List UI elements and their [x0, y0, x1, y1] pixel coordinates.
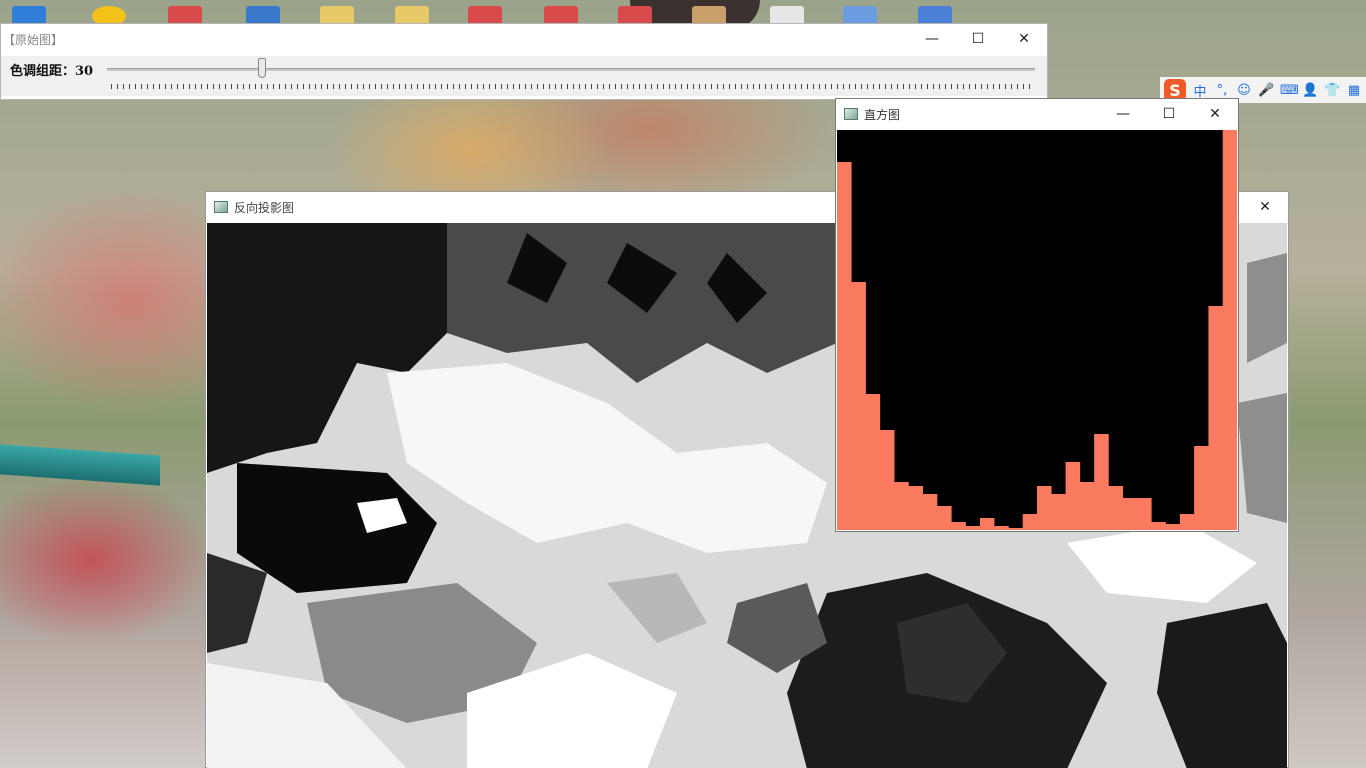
trackbar-ticks [111, 84, 1035, 89]
original-image-window: 【原始图】 — ☐ ✕ 色调组距：30 [0, 23, 1048, 100]
histogram-bar [1094, 434, 1109, 530]
histogram-bar [1208, 306, 1224, 530]
histogram-bar [1122, 498, 1138, 530]
histogram-image [837, 130, 1238, 530]
histogram-bar [979, 518, 995, 530]
histogram-bar [965, 526, 981, 530]
histogram-bar [1065, 462, 1081, 530]
histogram-bar [908, 486, 924, 530]
ime-mode-item[interactable]: 中 [1192, 81, 1208, 100]
histogram-bar [994, 526, 1009, 530]
histogram-bar [851, 282, 866, 530]
histogram-graphic [837, 130, 1238, 530]
histogram-bar [1179, 514, 1195, 530]
histogram-bar [1051, 494, 1066, 530]
histogram-bar [951, 522, 966, 530]
window-title: 直方图 [864, 107, 901, 122]
window-title: 【原始图】 [3, 32, 64, 47]
window-app-icon [214, 201, 228, 213]
ime-punctuation-item[interactable]: °, [1214, 83, 1230, 98]
trackbar-track[interactable] [107, 68, 1035, 71]
minimize-button[interactable]: — [909, 24, 955, 54]
histogram-bar [1108, 486, 1124, 530]
maximize-button[interactable]: ☐ [955, 24, 1001, 54]
histogram-bar [837, 162, 852, 530]
user-icon[interactable]: 👤 [1302, 83, 1318, 98]
close-button[interactable]: ✕ [1192, 99, 1238, 129]
desktop-icons [0, 0, 1000, 26]
minimize-button[interactable]: — [1100, 99, 1146, 129]
histogram-bar [879, 430, 895, 530]
window-titlebar[interactable]: 直方图 — ☐ ✕ [836, 99, 1238, 129]
close-button[interactable]: ✕ [1001, 24, 1047, 54]
wallpaper-roof [0, 444, 160, 486]
histogram-bar [865, 394, 881, 530]
close-button[interactable]: ✕ [1242, 192, 1288, 222]
histogram-bar [922, 494, 938, 530]
skin-icon[interactable]: 👕 [1324, 83, 1340, 98]
microphone-icon[interactable]: 🎤 [1258, 83, 1274, 98]
window-title: 反向投影图 [234, 200, 295, 215]
histogram-bar [1037, 486, 1052, 530]
keyboard-icon[interactable]: ⌨ [1280, 83, 1299, 98]
toolbox-icon[interactable]: ▦ [1346, 83, 1362, 98]
histogram-bar [1008, 528, 1024, 530]
histogram-bar [1151, 522, 1166, 530]
window-app-icon [844, 108, 858, 120]
histogram-bar [1222, 130, 1238, 530]
trackbar-label: 色调组距：30 [10, 64, 94, 79]
histogram-window: 直方图 — ☐ ✕ [835, 98, 1239, 532]
histogram-bar [1165, 524, 1181, 530]
emoji-icon[interactable]: ☺ [1236, 83, 1252, 98]
histogram-bar [1079, 482, 1095, 530]
histogram-bar [937, 506, 952, 530]
histogram-bar [1137, 498, 1152, 530]
histogram-bar [1194, 446, 1209, 530]
window-titlebar[interactable]: 【原始图】 — ☐ ✕ [1, 24, 1047, 54]
trackbar-thumb[interactable] [257, 58, 266, 78]
maximize-button[interactable]: ☐ [1146, 99, 1192, 129]
histogram-bar [894, 482, 909, 530]
histogram-bar [1022, 514, 1038, 530]
trackbar-row: 色调组距：30 [1, 56, 1047, 96]
wallpaper-road [0, 640, 210, 768]
